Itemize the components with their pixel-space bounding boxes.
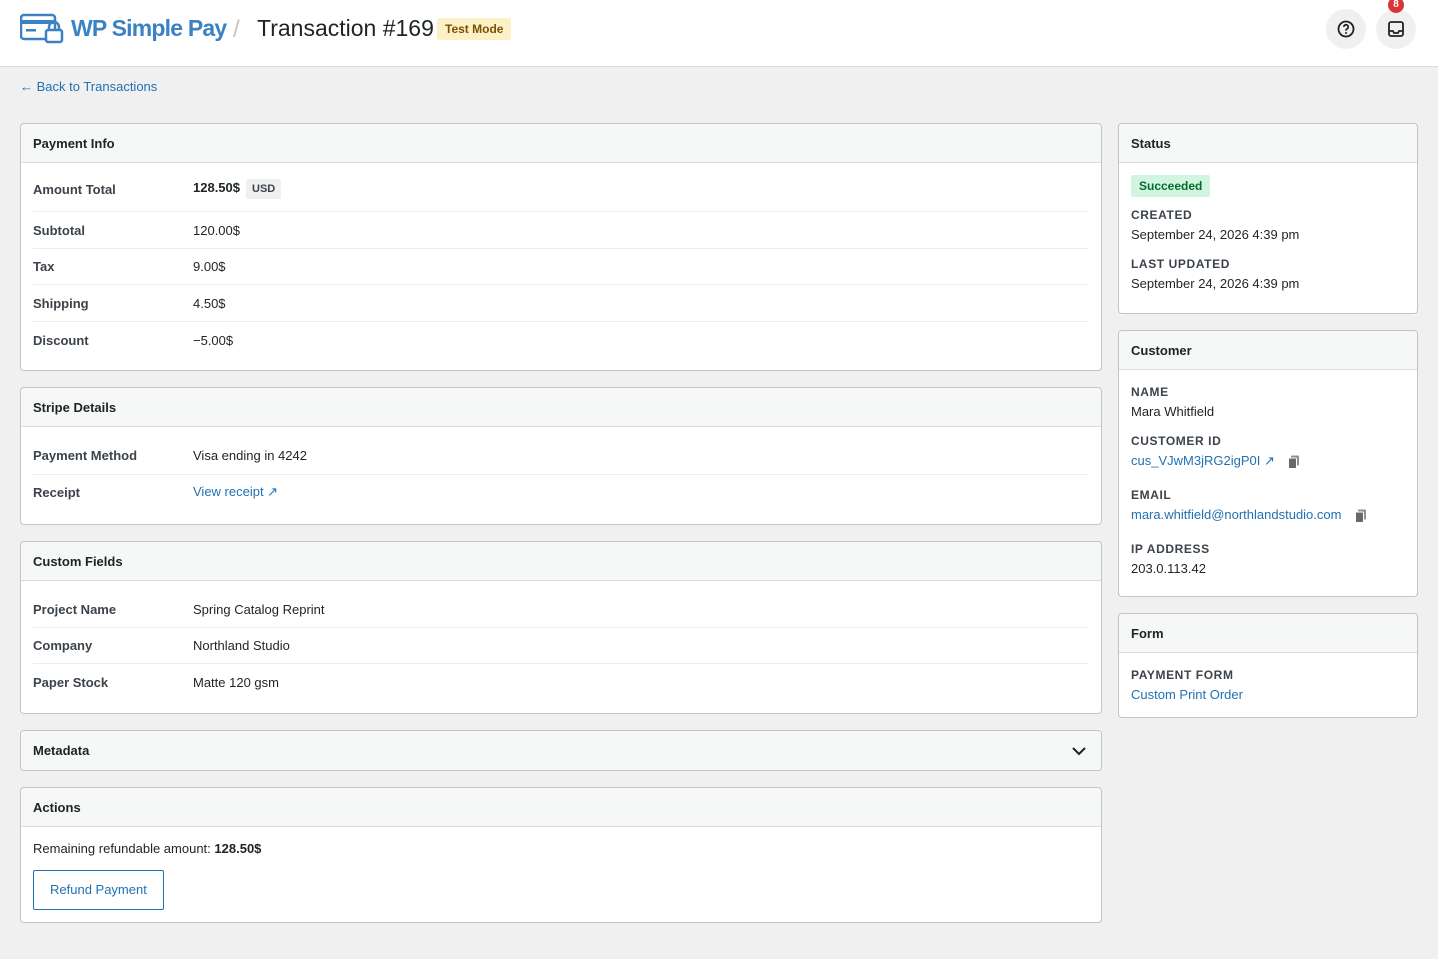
last-updated-label: LAST UPDATED xyxy=(1131,257,1230,271)
card-title: Stripe Details xyxy=(21,388,1101,427)
customer-id-row: cus_VJwM3jRG2igP0I ↗ xyxy=(1131,453,1405,469)
info-row: Receipt View receipt ↗ xyxy=(33,475,1089,509)
amount-total-value: 128.50$ USD xyxy=(193,179,282,199)
row-value: Matte 120 gsm xyxy=(193,675,279,690)
ip-address-label: IP ADDRESS xyxy=(1131,541,1210,556)
row-label: Company xyxy=(33,638,93,653)
created-value: September 24, 2026 4:39 pm xyxy=(1131,227,1300,242)
customer-id-label: CUSTOMER ID xyxy=(1131,434,1222,448)
customer-id-link[interactable]: cus_VJwM3jRG2igP0I ↗ xyxy=(1131,453,1275,468)
remaining-label: Remaining refundable amount: xyxy=(33,841,211,856)
row-value: Northland Studio xyxy=(193,638,290,653)
info-row: Company Northland Studio xyxy=(33,628,1089,664)
back-to-transactions-link[interactable]: ← Back to Transactions xyxy=(20,79,157,94)
card-title: Payment Info xyxy=(21,124,1101,163)
notifications-button[interactable] xyxy=(1376,9,1416,49)
amount-total: 128.50$ xyxy=(193,180,240,195)
payment-form-label: PAYMENT FORM xyxy=(1131,668,1234,682)
row-label: Tax xyxy=(33,259,55,274)
status-badge: Succeeded xyxy=(1131,175,1211,197)
row-value: −5.00$ xyxy=(193,332,234,348)
view-receipt-link[interactable]: View receipt ↗ xyxy=(193,484,278,500)
currency-badge: USD xyxy=(246,179,282,199)
row-label: Project Name xyxy=(33,601,117,617)
ip-address-value: 203.0.113.42 xyxy=(1131,560,1206,576)
metadata-card[interactable]: Metadata xyxy=(20,730,1102,771)
customer-name: Mara Whitfield xyxy=(1131,404,1215,419)
customer-email-link[interactable]: mara.whitfield@northlandstudio.com xyxy=(1131,507,1341,522)
card-title: Custom Fields xyxy=(21,542,1101,581)
info-row: Subtotal 120.00$ xyxy=(33,212,1089,249)
row-value: Spring Catalog Reprint xyxy=(193,601,325,617)
card-title: Actions xyxy=(21,788,1101,827)
row-label: Discount xyxy=(33,332,89,348)
payment-info-card: Payment Info Amount Total 128.50$ USD Sub… xyxy=(20,123,1102,371)
breadcrumb-separator: / xyxy=(233,16,240,43)
remaining-refundable: Remaining refundable amount: 128.50$ xyxy=(33,841,1089,856)
help-button[interactable] xyxy=(1326,9,1366,49)
card-title: Customer xyxy=(1119,331,1417,370)
info-row: Payment Method Visa ending in 4242 xyxy=(33,437,1089,475)
refund-payment-button[interactable]: Refund Payment xyxy=(33,870,164,910)
stripe-details-card: Stripe Details Payment Method Visa endin… xyxy=(20,387,1102,525)
form-card: Form PAYMENT FORM Custom Print Order xyxy=(1118,613,1418,718)
page-title: Transaction #169 xyxy=(257,15,434,41)
row-value: 4.50$ xyxy=(193,295,226,311)
info-row: Project Name Spring Catalog Reprint xyxy=(33,591,1089,628)
metadata-toggle[interactable]: Metadata xyxy=(21,731,1101,770)
status-card: Status Succeeded CREATED September 24, 2… xyxy=(1118,123,1418,314)
info-row: Amount Total 128.50$ USD xyxy=(33,167,1089,212)
row-label: Paper Stock xyxy=(33,675,109,690)
row-label: Payment Method xyxy=(33,448,138,463)
custom-fields-card: Custom Fields Project Name Spring Catalo… xyxy=(20,541,1102,714)
row-label: Amount Total xyxy=(33,181,116,197)
row-label: Subtotal xyxy=(33,222,85,238)
row-value: 120.00$ xyxy=(193,222,240,238)
info-row: Discount −5.00$ xyxy=(33,322,1089,358)
copy-icon[interactable] xyxy=(1355,509,1367,523)
created-label: CREATED xyxy=(1131,208,1193,222)
row-value: 9.00$ xyxy=(193,259,226,274)
customer-card: Customer NAME Mara Whitfield CUSTOMER ID… xyxy=(1118,330,1418,597)
row-label: Shipping xyxy=(33,295,89,311)
card-title: Metadata xyxy=(33,743,90,758)
copy-icon[interactable] xyxy=(1288,455,1300,469)
test-mode-badge: Test Mode xyxy=(437,18,512,40)
info-row: Tax 9.00$ xyxy=(33,249,1089,285)
top-bar: WP Simple Pay / Transaction #169 Test Mo… xyxy=(0,0,1438,67)
brand-name[interactable]: WP Simple Pay xyxy=(71,15,227,42)
last-updated-value: September 24, 2026 4:39 pm xyxy=(1131,276,1300,291)
row-label: Receipt xyxy=(33,484,80,500)
help-icon xyxy=(1337,20,1355,38)
wp-simple-pay-logo-icon xyxy=(20,13,64,44)
payment-form-link[interactable]: Custom Print Order xyxy=(1131,687,1243,702)
row-value: Visa ending in 4242 xyxy=(193,448,307,463)
name-label: NAME xyxy=(1131,385,1169,399)
remaining-amount: 128.50$ xyxy=(214,841,262,856)
email-row: mara.whitfield@northlandstudio.com xyxy=(1131,507,1405,523)
email-label: EMAIL xyxy=(1131,488,1172,502)
inbox-icon xyxy=(1388,21,1404,37)
card-title: Status xyxy=(1119,124,1417,163)
card-title: Form xyxy=(1119,614,1417,653)
chevron-down-icon xyxy=(1072,747,1086,756)
info-row: Paper Stock Matte 120 gsm xyxy=(33,664,1089,701)
actions-card: Actions Remaining refundable amount: 128… xyxy=(20,787,1102,923)
info-row: Shipping 4.50$ xyxy=(33,285,1089,322)
